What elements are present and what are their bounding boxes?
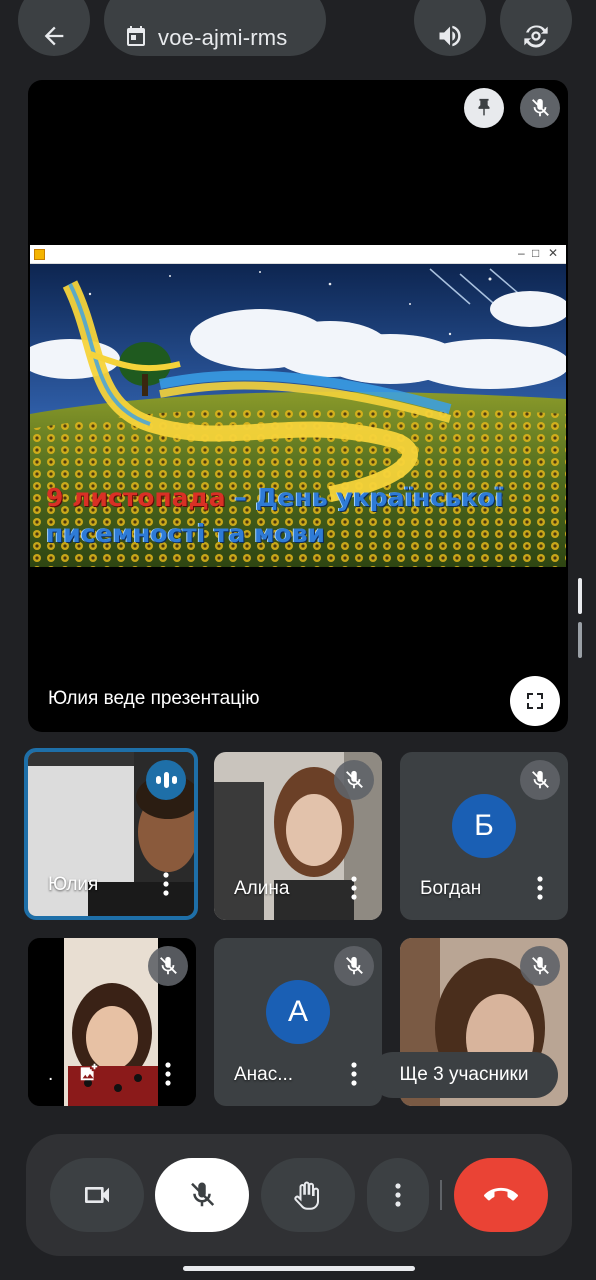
raise-hand-button[interactable] <box>261 1158 355 1232</box>
call-controls-bar <box>26 1134 572 1256</box>
slide-window-titlebar: – □ ✕ <box>30 245 566 264</box>
mic-off-icon <box>160 956 177 975</box>
top-bar: voe-ajmi-rms <box>0 0 596 60</box>
meeting-code-pill[interactable]: voe-ajmi-rms <box>104 0 326 56</box>
switch-camera-icon <box>524 25 548 48</box>
mic-off-icon <box>532 770 549 789</box>
participant-name: Богдан <box>420 878 482 899</box>
pin-icon <box>478 98 490 116</box>
more-options-button[interactable] <box>367 1158 429 1232</box>
mic-off-indicator <box>148 946 188 986</box>
slide-title: 9 листопада – День української писемност… <box>46 480 566 552</box>
participant-more-button[interactable] <box>156 870 176 898</box>
more-participants-button[interactable]: Ще 3 учасники <box>370 1052 558 1098</box>
more-vert-icon <box>165 1062 171 1086</box>
back-arrow-icon <box>44 26 64 46</box>
end-call-icon <box>484 1187 518 1201</box>
slide-title-line1: – День української <box>225 483 504 512</box>
minimize-icon: – <box>518 246 525 260</box>
participant-more-button[interactable] <box>344 1060 364 1088</box>
participant-tile-alina[interactable]: Алина <box>214 752 382 920</box>
participant-tile-dot[interactable]: . <box>28 938 196 1106</box>
avatar: Б <box>452 794 516 858</box>
mic-off-indicator <box>334 946 374 986</box>
mic-off-indicator <box>520 760 560 800</box>
end-call-button[interactable] <box>454 1158 548 1232</box>
app-icon <box>34 249 45 260</box>
add-photo-icon <box>78 1061 100 1088</box>
mic-off-icon <box>191 1182 215 1207</box>
mic-toggle-button[interactable] <box>155 1158 249 1232</box>
more-vert-icon <box>163 872 169 896</box>
participant-tile-bohdan[interactable]: Б Богдан <box>400 752 568 920</box>
presentation-mic-off-indicator <box>520 88 560 128</box>
slide-title-date: 9 листопада <box>46 483 226 512</box>
calendar-icon <box>127 26 145 46</box>
back-button[interactable] <box>18 0 90 56</box>
mic-off-icon <box>346 770 363 789</box>
participant-name: Юлия <box>48 874 99 895</box>
close-icon: ✕ <box>548 246 559 260</box>
mic-off-icon <box>532 98 549 117</box>
maximize-icon: □ <box>532 246 540 260</box>
scrollbar-thumb[interactable] <box>578 578 582 614</box>
pin-button[interactable] <box>464 88 504 128</box>
participant-name: . <box>48 1064 54 1085</box>
more-vert-icon <box>537 876 543 900</box>
controls-divider <box>440 1180 442 1210</box>
scrollbar-track[interactable] <box>578 622 582 658</box>
participant-tile-anas[interactable]: А Анас... <box>214 938 382 1106</box>
participant-more-button[interactable] <box>530 874 550 902</box>
fullscreen-icon <box>527 693 543 709</box>
presenter-label: Юлия веде презентацію <box>48 688 260 709</box>
video-camera-icon <box>85 1187 109 1203</box>
mic-off-icon <box>346 956 363 975</box>
speaking-indicator <box>146 760 186 800</box>
avatar: А <box>266 980 330 1044</box>
switch-camera-button[interactable] <box>500 0 572 56</box>
participant-more-button[interactable] <box>158 1060 178 1088</box>
participant-name: Анас... <box>234 1064 294 1085</box>
camera-toggle-button[interactable] <box>50 1158 144 1232</box>
home-indicator[interactable] <box>183 1266 415 1271</box>
more-vert-icon <box>351 1062 357 1086</box>
raise-hand-icon <box>294 1181 319 1210</box>
mic-off-icon <box>532 956 549 975</box>
more-vert-icon <box>351 876 357 900</box>
participant-more-button[interactable] <box>344 874 364 902</box>
mic-off-indicator <box>334 760 374 800</box>
participant-tile-yuliia[interactable]: Юлия <box>24 748 198 920</box>
shared-slide-window: – □ ✕ 9 листопада – День української пис… <box>30 245 566 567</box>
slide-title-line2: писемності та мови <box>46 519 326 548</box>
volume-icon <box>439 25 461 47</box>
fullscreen-button[interactable] <box>510 676 560 726</box>
participant-name: Алина <box>234 878 290 899</box>
more-vert-icon <box>395 1183 401 1207</box>
meeting-code: voe-ajmi-rms <box>158 25 288 50</box>
mic-off-indicator <box>520 946 560 986</box>
audio-output-button[interactable] <box>414 0 486 56</box>
slide-image: 9 листопада – День української писемност… <box>30 264 566 567</box>
